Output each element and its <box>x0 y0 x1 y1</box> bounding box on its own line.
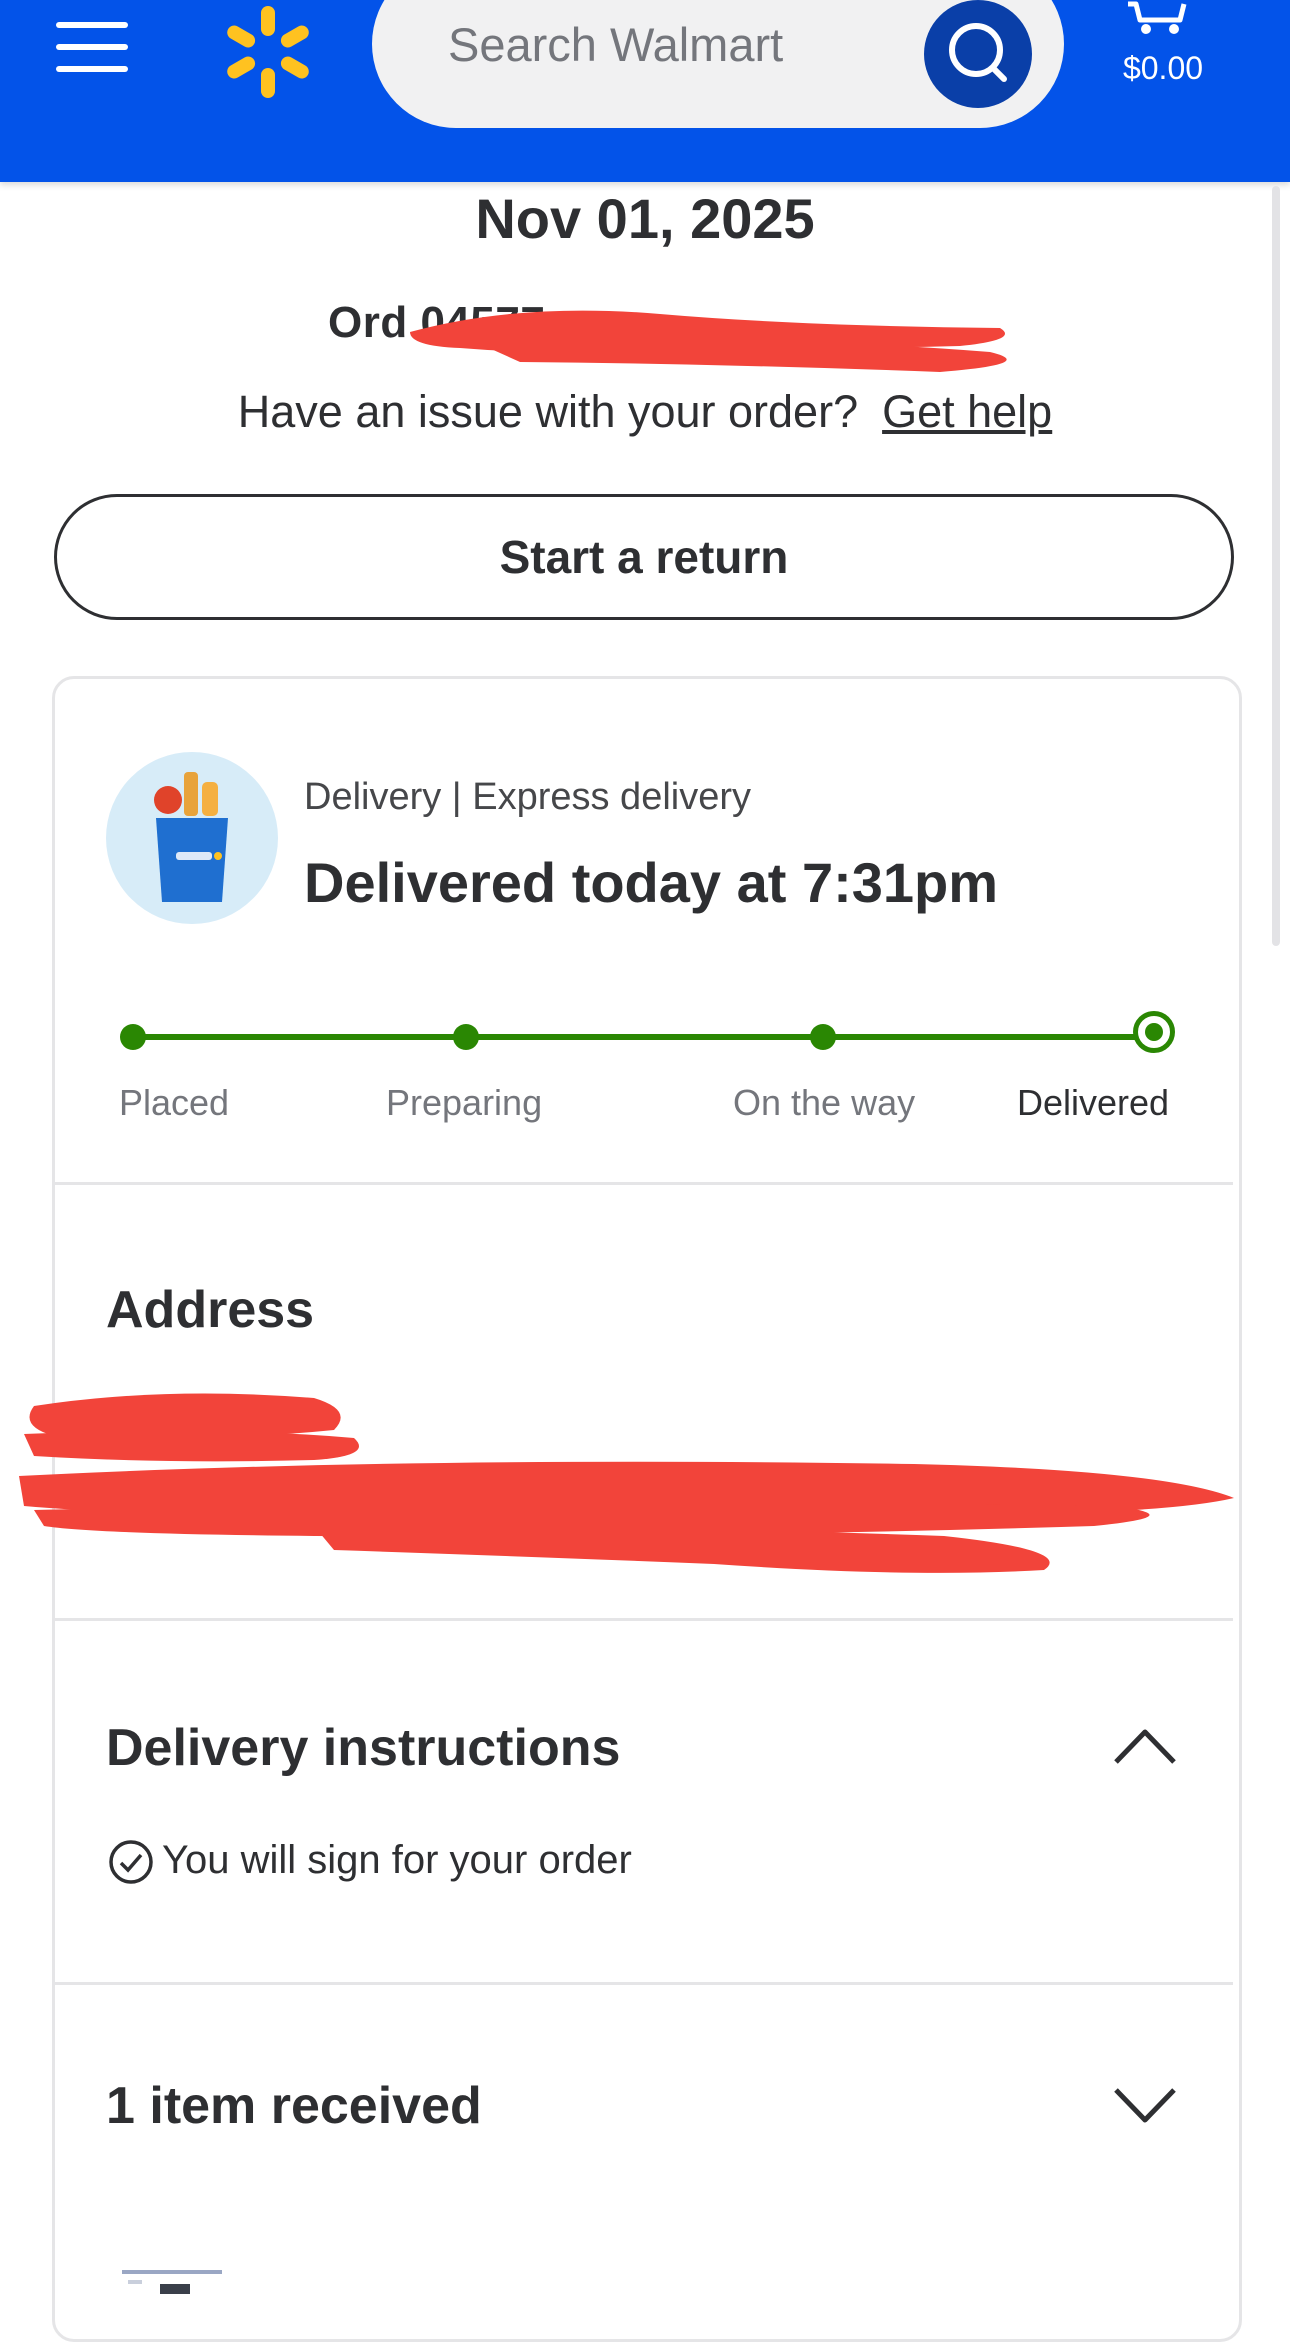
delivery-instruction-text: You will sign for your order <box>162 1838 632 1882</box>
delivery-status: Delivered today at 7:31pm <box>304 851 999 914</box>
order-number-redaction <box>410 310 1007 372</box>
get-help-link[interactable]: Get help <box>882 386 1052 437</box>
step-preparing: Preparing <box>386 1082 543 1123</box>
progress-dot-placed <box>120 1024 146 1050</box>
cart-icon[interactable] <box>1122 0 1194 36</box>
address-redaction <box>19 1393 1234 1573</box>
scrollbar[interactable] <box>1272 186 1280 946</box>
delivery-instructions-title: Delivery instructions <box>106 1719 621 1777</box>
check-circle-icon <box>109 1840 153 1885</box>
chevron-up-icon[interactable] <box>1112 1726 1178 1766</box>
search-icon <box>949 23 1007 82</box>
divider <box>55 1618 1233 1621</box>
step-placed: Placed <box>119 1082 230 1123</box>
divider <box>55 1982 1233 1985</box>
progress-dot-on-the-way <box>810 1024 836 1050</box>
progress-track <box>133 1034 1157 1040</box>
issue-text: Have an issue with your order? <box>237 386 859 437</box>
delivery-bag-image <box>106 752 278 924</box>
search-input[interactable] <box>448 0 948 88</box>
progress-dot-preparing <box>453 1024 479 1050</box>
search-button[interactable] <box>924 0 1032 108</box>
address-title: Address <box>106 1281 315 1339</box>
divider <box>55 1182 1233 1185</box>
step-delivered: Delivered <box>1017 1082 1170 1123</box>
item-thumbnail[interactable] <box>120 2266 226 2294</box>
help-row: Have an issue with your order? Get help <box>0 386 1290 438</box>
order-date: Nov 01, 2025 <box>475 187 815 250</box>
chevron-down-icon[interactable] <box>1112 2086 1178 2126</box>
progress-dot-delivered <box>1133 1011 1175 1053</box>
top-header: $0.00 <box>0 0 1290 182</box>
items-received-title: 1 item received <box>106 2077 482 2135</box>
step-on-the-way: On the way <box>733 1082 916 1123</box>
delivery-instruction-row: You will sign for your order <box>108 1838 632 1885</box>
cart-total: $0.00 <box>1122 50 1204 86</box>
grocery-bag-icon <box>154 772 228 902</box>
start-return-button[interactable]: Start a return <box>54 494 1234 620</box>
hamburger-menu-icon[interactable] <box>56 22 128 72</box>
walmart-spark-icon[interactable] <box>218 2 318 102</box>
search-bar <box>372 0 1064 128</box>
delivery-type: Delivery | Express delivery <box>304 776 752 818</box>
